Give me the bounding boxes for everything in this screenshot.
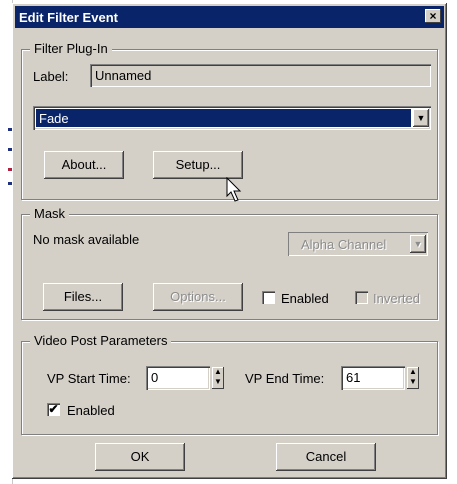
mask-options-button[interactable]: Options... bbox=[153, 283, 243, 311]
chevron-down-icon[interactable]: ▼ bbox=[410, 235, 426, 253]
label-field-value: Unnamed bbox=[95, 68, 152, 83]
vp-end-time-value: 61 bbox=[346, 370, 361, 385]
video-post-group-label: Video Post Parameters bbox=[30, 333, 172, 348]
mask-inverted-checkbox[interactable] bbox=[355, 291, 368, 304]
mask-group-label: Mask bbox=[30, 206, 70, 221]
filter-plugin-group-label: Filter Plug-In bbox=[30, 41, 112, 56]
mask-enabled-label: Enabled bbox=[281, 291, 329, 306]
vp-enabled-label: Enabled bbox=[67, 403, 115, 418]
vp-start-time-spinner-icon[interactable]: ▲ ▼ bbox=[212, 367, 224, 389]
vp-start-time-input[interactable]: 0 bbox=[146, 366, 210, 390]
vp-start-time-value: 0 bbox=[151, 370, 159, 385]
mouse-cursor-icon bbox=[226, 177, 242, 202]
filter-dropdown-selection: Fade bbox=[36, 109, 411, 127]
mask-channel-value: Alpha Channel bbox=[301, 237, 387, 252]
close-icon: × bbox=[429, 9, 437, 23]
about-button[interactable]: About... bbox=[44, 151, 124, 179]
chevron-down-icon[interactable]: ▼ bbox=[413, 109, 429, 127]
window-title: Edit Filter Event bbox=[19, 10, 118, 25]
filter-dropdown[interactable]: Fade ▼ bbox=[33, 106, 431, 130]
vp-enabled-checkbox[interactable]: ✔ bbox=[47, 403, 60, 416]
edit-filter-event-dialog: Edit Filter Event × Filter Plug-In Label… bbox=[12, 3, 447, 479]
label-field[interactable]: Unnamed bbox=[90, 64, 431, 87]
mask-channel-dropdown[interactable]: Alpha Channel ▼ bbox=[288, 232, 428, 256]
check-icon: ✔ bbox=[48, 402, 59, 416]
vp-end-time-spinner-icon[interactable]: ▲ ▼ bbox=[407, 367, 419, 389]
mask-status-text: No mask available bbox=[33, 232, 140, 247]
vp-start-time-label: VP Start Time: bbox=[47, 371, 131, 386]
filter-dropdown-value: Fade bbox=[39, 111, 69, 126]
vp-end-time-input[interactable]: 61 bbox=[341, 366, 405, 390]
mask-enabled-checkbox[interactable] bbox=[262, 291, 275, 304]
cancel-button[interactable]: Cancel bbox=[276, 443, 376, 471]
label-caption: Label: bbox=[33, 69, 69, 84]
vp-end-time-label: VP End Time: bbox=[245, 371, 325, 386]
mask-inverted-label: Inverted bbox=[373, 291, 420, 306]
title-bar[interactable]: Edit Filter Event × bbox=[15, 6, 444, 28]
setup-button[interactable]: Setup... bbox=[153, 151, 243, 179]
ok-button[interactable]: OK bbox=[95, 443, 185, 471]
mask-files-button[interactable]: Files... bbox=[43, 283, 123, 311]
close-button[interactable]: × bbox=[425, 9, 441, 23]
